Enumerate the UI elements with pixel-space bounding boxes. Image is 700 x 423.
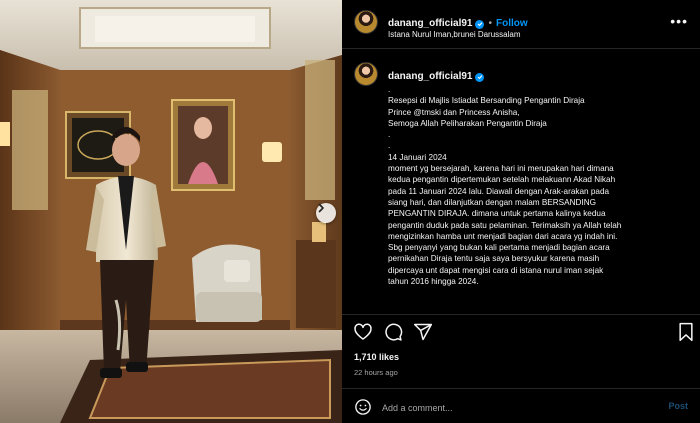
caption-line: . (388, 141, 391, 151)
comment-row: Post (342, 391, 700, 423)
likes-count[interactable]: 1,710 likes (354, 352, 399, 362)
post-header: danang_official91 • Follow (388, 13, 528, 31)
caption-line: Semoga Allah Peliharakan Pengantin Diraj… (388, 118, 547, 128)
actions-divider (342, 314, 700, 315)
caption-line: . (388, 85, 391, 94)
location-link[interactable]: Istana Nurul Iman,brunei Darussalam (388, 30, 521, 39)
caption-line: kedua pengantin dipertemukan setelah mel… (388, 175, 616, 185)
caption-line: 14 Januari 2024 (388, 152, 447, 162)
caption-text: . Resepsi di Majlis Istiadat Bersanding … (388, 84, 688, 312)
caption-header: danang_official91 (388, 66, 485, 84)
heart-icon[interactable] (353, 322, 373, 342)
caption-line: moment yg bersejarah, karena hari ini me… (388, 164, 614, 174)
verified-badge-icon (475, 19, 485, 29)
next-photo-button[interactable] (316, 203, 336, 223)
caption-line: dipercaya unt dapat mengisi cara di ista… (388, 265, 604, 275)
post-photo-illustration (0, 0, 342, 423)
caption-line: pengantin duduk pada satu pelaminan. Ter… (388, 220, 622, 230)
caption-line: mengizinkan hamba unt menjadi bagian dar… (388, 231, 618, 241)
caption-line: Prince @tmski dan Princess Anisha, (388, 107, 520, 117)
verified-badge-icon (475, 72, 485, 82)
caption-line: . (388, 130, 391, 140)
avatar[interactable] (354, 10, 378, 34)
caption-line: PENGANTIN DIRAJA. dimana untuk pertama k… (388, 209, 606, 219)
comment-divider (342, 388, 700, 389)
bookmark-icon[interactable] (677, 322, 695, 342)
header-username[interactable]: danang_official91 (388, 18, 472, 29)
caption-avatar[interactable] (354, 62, 378, 86)
share-icon[interactable] (413, 322, 433, 342)
post-photo[interactable] (0, 0, 342, 423)
emoji-icon[interactable] (354, 398, 372, 416)
post-comment-button[interactable]: Post (668, 401, 688, 411)
chevron-right-icon (318, 203, 324, 213)
caption-line: Sbg penyanyi yang bukan kali pertama men… (388, 243, 610, 253)
more-options-icon[interactable]: ••• (670, 13, 688, 29)
caption-line: pada 11 Januari 2024 lalu. Diawali denga… (388, 186, 610, 196)
caption-line: Resepsi di Majlis Istiadat Bersanding Pe… (388, 96, 585, 106)
comment-input[interactable] (382, 401, 642, 415)
post-timestamp[interactable]: 22 hours ago (354, 368, 398, 377)
follow-button[interactable]: Follow (496, 18, 528, 29)
header-divider (342, 48, 700, 49)
caption-line: pernikahan Diraja tentu saja saya bersyu… (388, 254, 600, 264)
comment-icon[interactable] (383, 322, 403, 342)
caption-line: siang hari, dan dilanjutkan dengan malam… (388, 197, 596, 207)
caption-username[interactable]: danang_official91 (388, 71, 472, 82)
caption-line: tahun 2016 hingga 2024. (388, 277, 479, 287)
post-details-panel: danang_official91 • Follow Istana Nurul Im… (342, 0, 700, 423)
post-actions (342, 322, 700, 344)
header-separator: • (488, 18, 492, 29)
